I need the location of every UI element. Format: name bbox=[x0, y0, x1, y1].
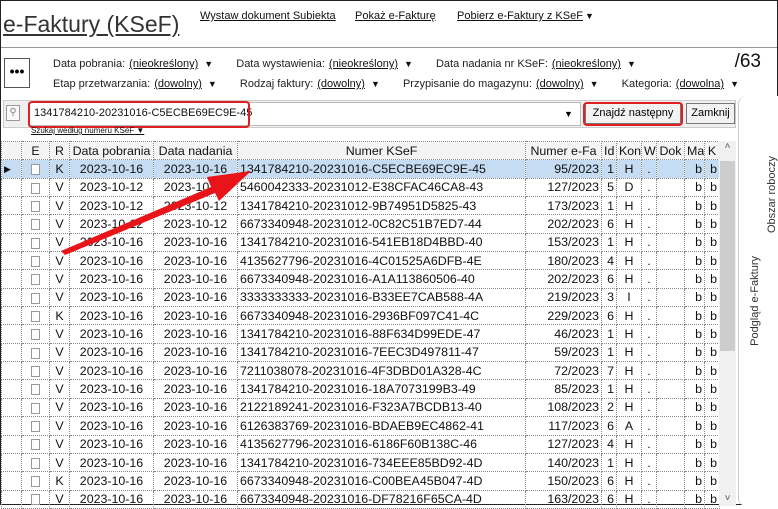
arrow-icon bbox=[61, 171, 251, 255]
red-arrow-annotation bbox=[61, 171, 251, 255]
